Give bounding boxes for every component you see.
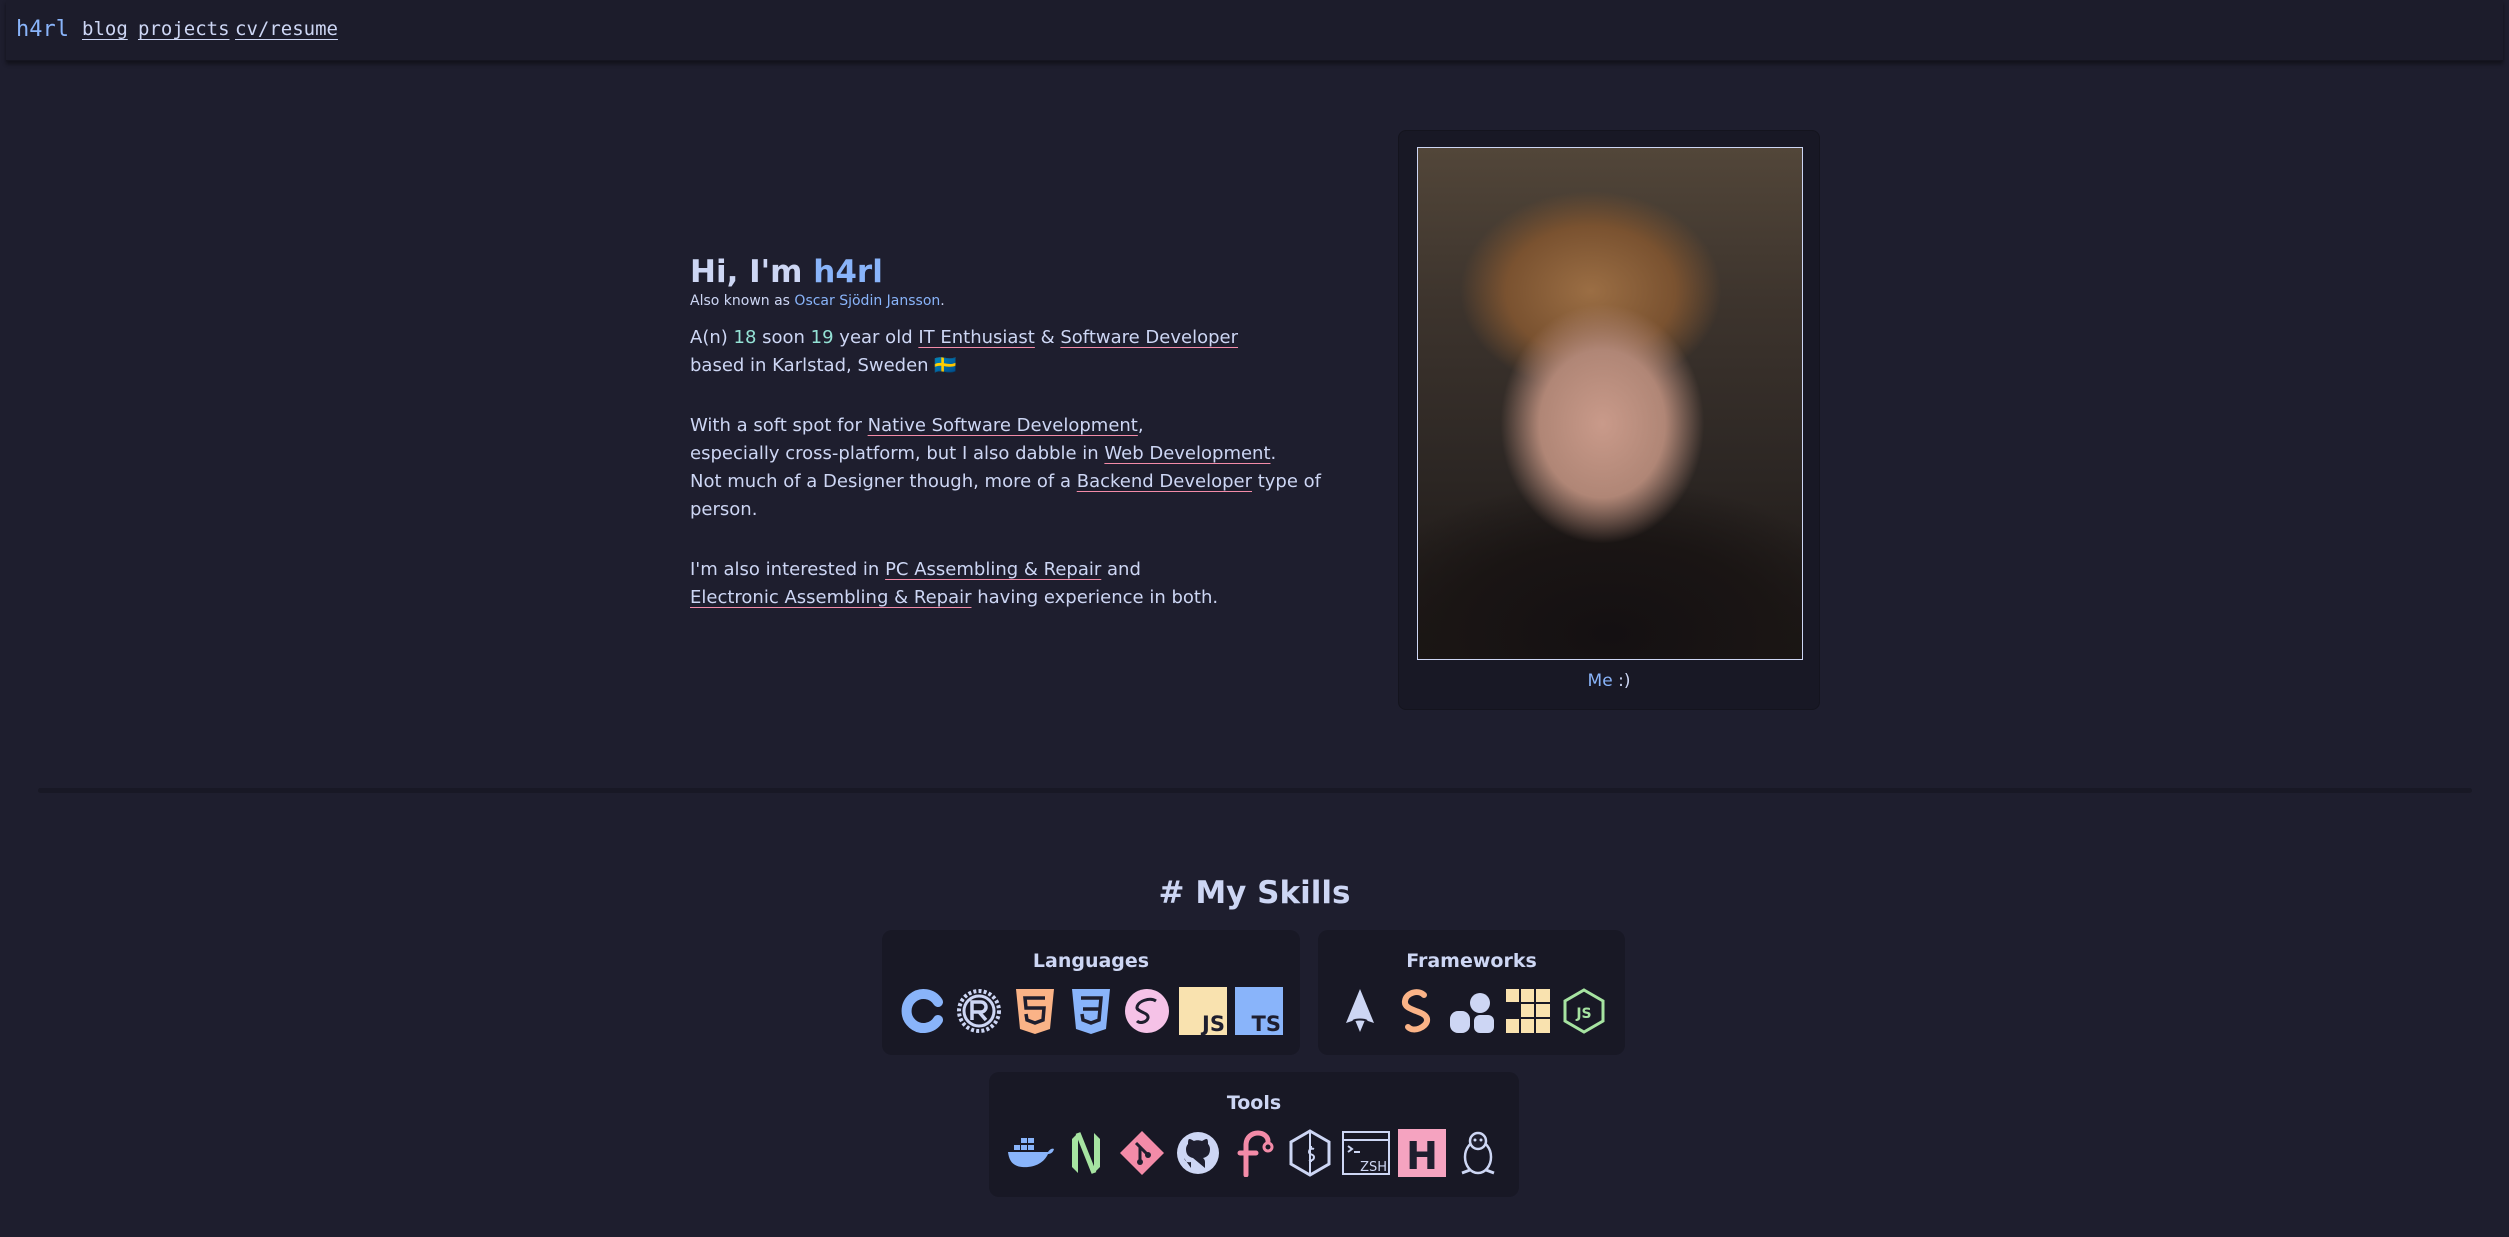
hyprland-label: H — [1406, 1134, 1438, 1177]
rust-icon — [955, 986, 1003, 1036]
it-enthusiast-link[interactable]: IT Enthusiast — [918, 327, 1035, 348]
frameworks-title: Frameworks — [1406, 950, 1537, 972]
languages-title: Languages — [1032, 950, 1150, 972]
skills-heading: # My Skills — [1158, 875, 1351, 911]
profile-photo — [1417, 147, 1803, 660]
age-value: 18 — [733, 327, 757, 348]
tools-card: Tools ZSH H — [989, 1072, 1519, 1197]
tools-icons: ZSH H — [989, 1128, 1519, 1178]
astro-icon — [1336, 986, 1384, 1036]
typescript-icon: TS — [1235, 986, 1283, 1036]
nav-projects-link[interactable]: projects — [138, 18, 230, 40]
svelte-icon — [1392, 986, 1440, 1036]
grid-framework-icon — [1504, 986, 1552, 1036]
electronic-assembling-link[interactable]: Electronic Assembling & Repair — [690, 587, 972, 608]
page-title: Hi, I'm h4rl — [690, 254, 883, 290]
nodejs-icon: JS — [1560, 986, 1608, 1036]
zsh-label: ZSH — [1360, 1160, 1387, 1175]
js-label: JS — [1200, 1012, 1225, 1035]
sass-icon — [1123, 986, 1171, 1036]
bio-paragraph-2: With a soft spot for Native Software Dev… — [690, 415, 1322, 520]
frameworks-card: Frameworks JS — [1318, 930, 1625, 1055]
zsh-icon: ZSH — [1342, 1128, 1390, 1178]
docker-icon — [1006, 1128, 1054, 1178]
section-divider — [38, 788, 2472, 793]
languages-icons: JS TS — [882, 986, 1300, 1036]
top-nav-bar: h4rl blog projects cv/resume — [6, 0, 2503, 61]
web-development-link[interactable]: Web Development — [1104, 443, 1270, 464]
site-brand[interactable]: h4rl — [16, 17, 69, 42]
tools-title: Tools — [1226, 1092, 1282, 1114]
pc-assembling-link[interactable]: PC Assembling & Repair — [885, 559, 1101, 580]
frameworks-icons: JS — [1318, 986, 1625, 1036]
native-software-link[interactable]: Native Software Development — [868, 415, 1138, 436]
fish-shell-icon — [1230, 1128, 1278, 1178]
github-icon — [1174, 1128, 1222, 1178]
hyprland-icon: H — [1398, 1128, 1446, 1178]
javascript-icon: JS — [1179, 986, 1227, 1036]
node-js-label: JS — [1575, 1006, 1591, 1022]
c-icon — [899, 986, 947, 1036]
css3-icon — [1067, 986, 1115, 1036]
html5-icon — [1011, 986, 1059, 1036]
neovim-icon — [1062, 1128, 1110, 1178]
nav-blog-link[interactable]: blog — [82, 18, 128, 40]
handle-name: h4rl — [813, 254, 883, 290]
ts-label: TS — [1252, 1012, 1281, 1035]
alias-line: Also known as Oscar Sjödin Jansson. — [690, 293, 945, 309]
intro-section: Hi, I'm h4rl Also known as Oscar Sjödin … — [690, 254, 1390, 612]
full-name: Oscar Sjödin Jansson — [794, 293, 941, 309]
git-icon — [1118, 1128, 1166, 1178]
location-line: based in Karlstad, Sweden 🇸🇪 — [690, 355, 957, 376]
backend-developer-link[interactable]: Backend Developer — [1077, 471, 1252, 492]
bio-paragraph-1: A(n) 18 soon 19 year old IT Enthusiast &… — [690, 324, 1390, 380]
nav-cv-resume-link[interactable]: cv/resume — [235, 18, 338, 40]
bun-icon — [1448, 986, 1496, 1036]
languages-card: Languages JS TS — [882, 930, 1300, 1055]
bio-paragraph-3: I'm also interested in PC Assembling & R… — [690, 559, 1219, 608]
next-age-value: 19 — [810, 327, 834, 348]
software-developer-link[interactable]: Software Developer — [1060, 327, 1238, 348]
photo-caption: Me :) — [1587, 671, 1631, 691]
linux-tux-icon — [1454, 1128, 1502, 1178]
bash-icon — [1286, 1128, 1334, 1178]
profile-photo-card: Me :) — [1398, 130, 1820, 710]
